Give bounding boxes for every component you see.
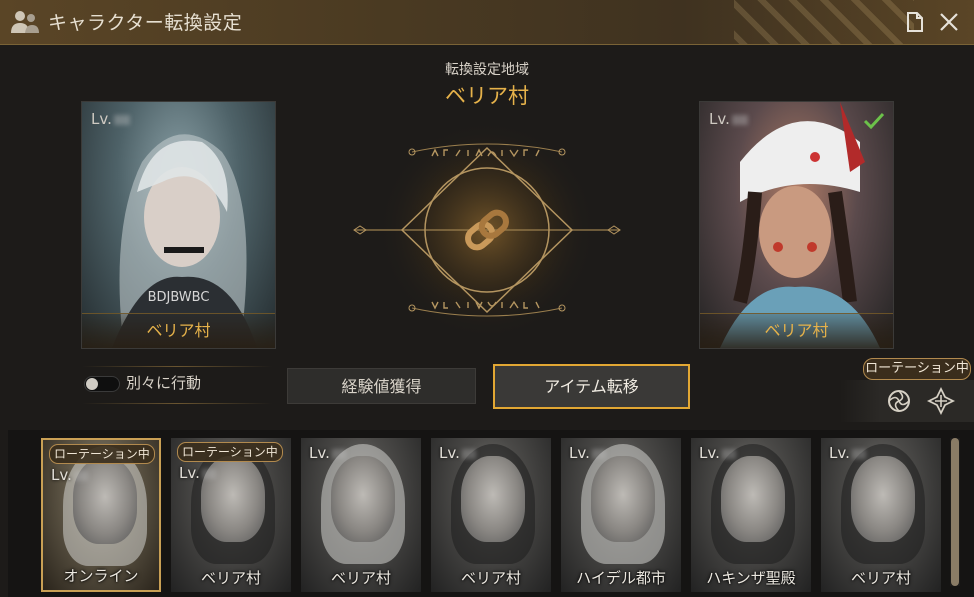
character-card[interactable]: Lv. ベリア村 [301, 438, 421, 592]
divider [82, 366, 272, 367]
character-location: ベリア村 [330, 569, 391, 587]
scrollbar-thumb[interactable] [951, 438, 959, 586]
check-icon [863, 112, 885, 130]
close-icon[interactable] [938, 11, 960, 33]
character-location: ハキンザ聖殿 [706, 569, 796, 587]
level-label: Lv. [439, 444, 476, 462]
divider [82, 403, 272, 404]
region-label: 転換設定地域 [445, 62, 529, 78]
level-label: Lv. [309, 444, 346, 462]
character-art [112, 134, 257, 348]
item-transfer-button[interactable]: アイテム転移 [493, 364, 690, 409]
character-name: BDJBWBC [147, 290, 210, 305]
cross-emblem-icon[interactable] [926, 386, 956, 416]
character-list-scrollbar[interactable] [950, 438, 960, 586]
level-label: Lv. [179, 464, 216, 482]
separate-action-label: 別々に行動 [126, 374, 202, 392]
toggle-knob [86, 378, 98, 390]
character-location: ベリア村 [700, 313, 893, 348]
window-title: キャラクター転換設定 [48, 12, 243, 34]
character-location: ベリア村 [82, 313, 275, 348]
people-icon [11, 11, 39, 33]
character-location: ベリア村 [460, 569, 521, 587]
title-bar-pattern [734, 0, 914, 44]
face [331, 456, 395, 542]
character-card[interactable]: Lv. ハキンザ聖殿 [691, 438, 811, 592]
level-label: Lv. [91, 110, 130, 128]
level-label: Lv. [699, 444, 736, 462]
character-art [720, 102, 880, 348]
character-card[interactable]: Lv. ベリア村 [431, 438, 551, 592]
character-card[interactable]: ローテーション中 Lv. オンライン [41, 438, 161, 592]
level-label: Lv. [829, 444, 866, 462]
level-label: Lv. [709, 110, 748, 128]
level-label: Lv. [51, 466, 88, 484]
rotation-badge: ローテーション中 [49, 444, 155, 464]
face [851, 456, 915, 542]
face [721, 456, 785, 542]
title-bar: キャラクター転換設定 [0, 0, 974, 45]
link-emblem [353, 120, 621, 336]
document-icon[interactable] [904, 11, 926, 33]
level-label: Lv. [569, 444, 606, 462]
character-location: ベリア村 [850, 569, 911, 587]
rotation-badge: ローテーション中 [863, 358, 971, 380]
separate-action-toggle-group: 別々に行動 [82, 366, 272, 404]
character-location: ハイデル都市 [576, 569, 666, 587]
source-character-portrait[interactable]: Lv. BDJBWBC ベリア村 [81, 101, 276, 349]
character-location: オンライン [63, 567, 139, 585]
separate-action-toggle[interactable] [84, 376, 120, 392]
target-character-portrait[interactable]: Lv. ベリア村 [699, 101, 894, 349]
face [591, 456, 655, 542]
face [461, 456, 525, 542]
rotation-icon-group [840, 380, 974, 422]
character-card[interactable]: Lv. ベリア村 [821, 438, 941, 592]
rose-emblem-icon[interactable] [884, 386, 914, 416]
rotation-badge: ローテーション中 [177, 442, 283, 462]
character-card[interactable]: ローテーション中 Lv. ベリア村 [171, 438, 291, 592]
exp-gain-button[interactable]: 経験値獲得 [287, 368, 476, 404]
character-card[interactable]: Lv. ハイデル都市 [561, 438, 681, 592]
character-location: ベリア村 [200, 569, 261, 587]
